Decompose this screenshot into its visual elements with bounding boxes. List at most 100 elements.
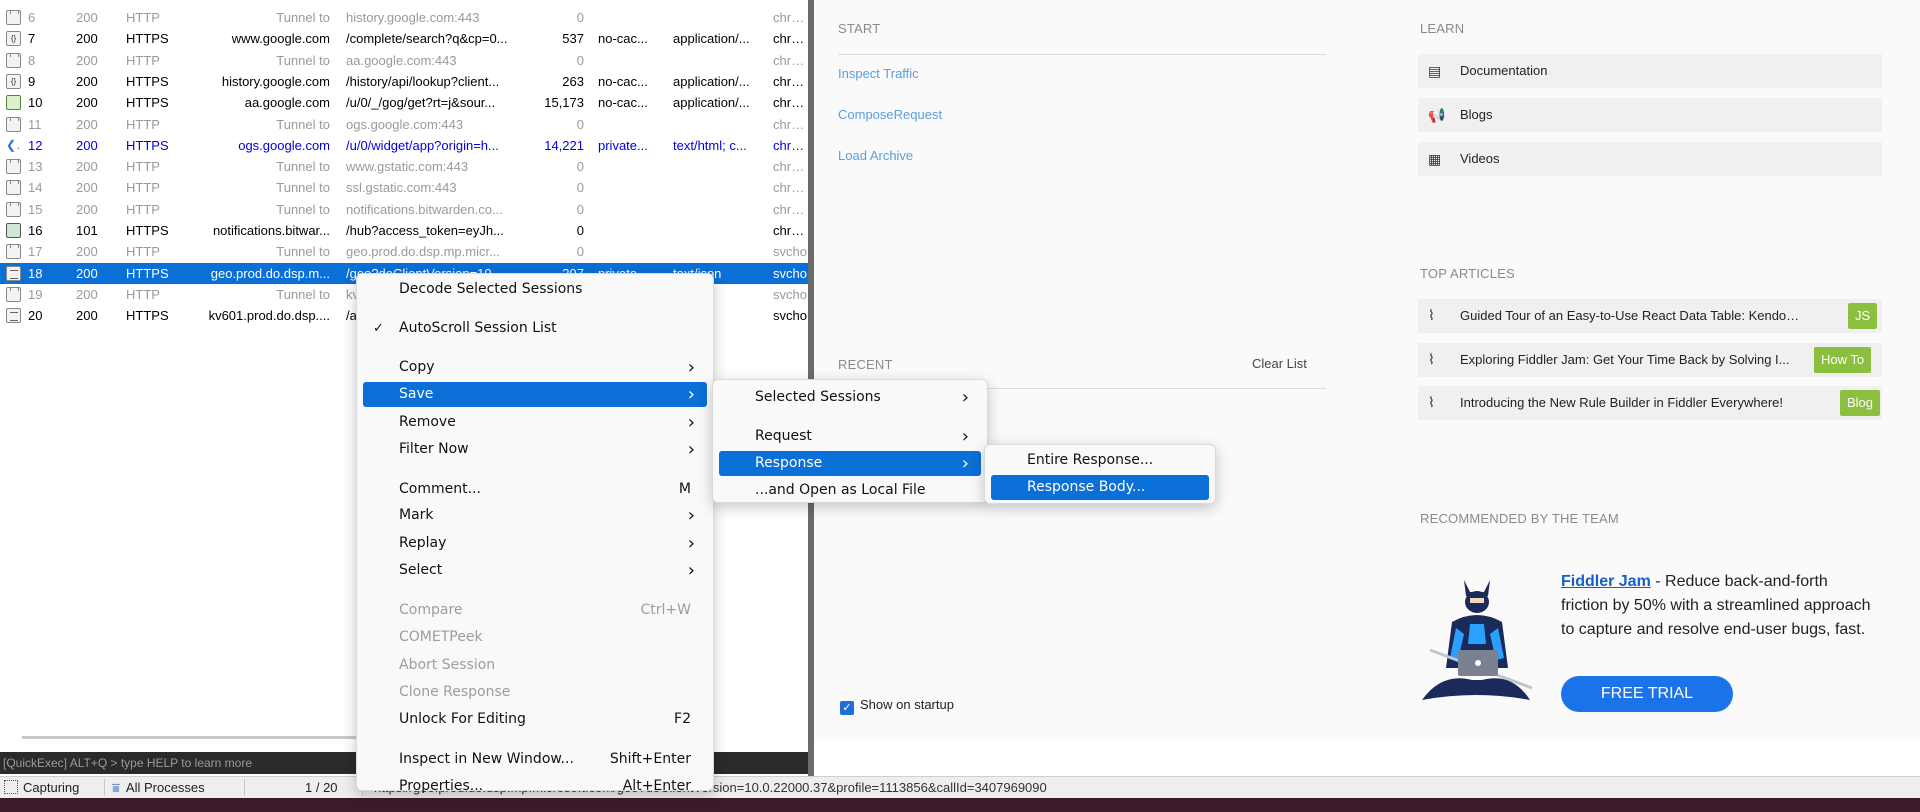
context-menu-item[interactable]: Inspect in New Window... Shift+Enter xyxy=(363,747,707,772)
caching: no-cac... xyxy=(598,31,648,47)
save-menu-item[interactable]: ...and Open as Local File xyxy=(719,478,981,503)
protocol: HTTPS xyxy=(126,265,169,281)
context-menu-item[interactable]: Decode Selected Sessions xyxy=(363,277,707,302)
context-menu-item-label: Replay xyxy=(399,535,447,551)
document-icon xyxy=(6,305,24,326)
save-menu-item[interactable]: Response › xyxy=(719,451,981,476)
session-row[interactable]: 13 200 HTTP Tunnel to www.gstatic.com:443 0 ch… xyxy=(0,156,808,177)
context-menu-item-label: Mark xyxy=(399,507,434,523)
context-menu-item[interactable]: Remove › xyxy=(363,410,707,435)
session-row[interactable]: 15 200 HTTP Tunnel to notifications.bitwarde… xyxy=(0,199,808,220)
inspect-traffic-link[interactable]: Inspect Traffic xyxy=(838,66,919,81)
lock-icon xyxy=(6,50,24,71)
protocol: HTTP xyxy=(126,159,160,175)
response-menu-item[interactable]: Response Body... xyxy=(991,475,1209,500)
load-archive-link[interactable]: Load Archive xyxy=(838,148,913,163)
free-trial-button[interactable]: FREE TRIAL xyxy=(1561,676,1733,712)
welcome-card: START Inspect Traffic ComposeRequest Loa… xyxy=(814,0,1920,740)
result-code: 200 xyxy=(76,116,98,132)
lock-icon xyxy=(6,7,24,28)
save-menu-item[interactable]: Selected Sessions › xyxy=(719,385,981,410)
learn-item-label: Documentation xyxy=(1460,63,1548,78)
process: chrom xyxy=(773,180,807,196)
session-row[interactable]: {} 9 200 HTTPS history.google.com/history/ap… xyxy=(0,71,808,92)
learn-item-videos[interactable]: ▦ Videos xyxy=(1418,142,1882,176)
ninja-mascot-illustration xyxy=(1422,580,1533,700)
divider xyxy=(838,54,1326,55)
shortcut-label: Ctrl+W xyxy=(640,602,691,618)
session-number: 7 xyxy=(28,31,36,47)
session-row[interactable]: 6 200 HTTP Tunnel to history.google.com:443 0… xyxy=(0,7,808,28)
host: Tunnel to xyxy=(276,201,330,217)
top-articles-title: TOP ARTICLES xyxy=(1420,266,1515,281)
context-menu-item[interactable]: Save › xyxy=(363,382,707,407)
session-number: 8 xyxy=(28,52,36,68)
process-filter[interactable]: ⩸ All Processes xyxy=(112,777,205,798)
separator xyxy=(244,779,245,796)
context-menu-item[interactable]: ✓ AutoScroll Session List xyxy=(363,316,707,341)
protocol: HTTPS xyxy=(126,308,169,324)
protocol: HTTP xyxy=(126,201,160,217)
fiddler-jam-link[interactable]: Fiddler Jam xyxy=(1561,573,1651,590)
context-menu-item[interactable]: Select › xyxy=(363,558,707,583)
context-menu-item[interactable]: Properties... Alt+Enter xyxy=(363,774,707,799)
chevron-right-icon: › xyxy=(687,439,695,460)
chevron-right-icon: › xyxy=(687,505,695,526)
article-item[interactable]: ⌇ Introducing the New Rule Builder in Fi… xyxy=(1418,386,1882,420)
show-on-startup-checkbox[interactable]: ✓ Show on startup xyxy=(840,697,954,715)
response-menu-item[interactable]: Entire Response... xyxy=(991,448,1209,473)
session-row[interactable]: 11 200 HTTP Tunnel to ogs.google.com:443 0 chr… xyxy=(0,114,808,135)
article-item[interactable]: ⌇ Exploring Fiddler Jam: Get Your Time B… xyxy=(1418,343,1882,377)
session-row[interactable]: 16 101 HTTPS notifications.bitwar... /hub?ac… xyxy=(0,220,808,241)
lock-icon xyxy=(6,159,21,175)
session-row[interactable]: {} 7 200 HTTPS www.google.com/complete/searc… xyxy=(0,28,808,49)
result-code: 200 xyxy=(76,308,98,324)
result-code: 200 xyxy=(76,180,98,196)
host: notifications.bitwar... xyxy=(212,223,330,238)
session-row[interactable]: 8 200 HTTP Tunnel to aa.google.com:443 0 chrom xyxy=(0,50,808,71)
article-tag: JS xyxy=(1848,303,1878,329)
recommended-title: RECOMMENDED BY THE TEAM xyxy=(1420,511,1619,526)
session-row[interactable]: 10 200 HTTPS aa.google.com/u/0/_/gog/get?rt… xyxy=(0,92,808,113)
process: chrom xyxy=(773,31,807,47)
save-menu-item[interactable]: Request › xyxy=(719,424,981,449)
context-menu-item[interactable]: Comment... M xyxy=(363,477,707,502)
article-item[interactable]: ⌇ Guided Tour of an Easy-to-Use React Da… xyxy=(1418,299,1882,333)
session-row[interactable]: ❮❯ 12 200 HTTPS ogs.google.com/u/0/widget/ap… xyxy=(0,135,808,156)
context-menu-item[interactable]: Unlock For Editing F2 xyxy=(363,707,707,732)
protocol: HTTPS xyxy=(126,95,169,111)
chevron-right-icon: › xyxy=(687,357,695,378)
url: history.google.com:443 xyxy=(346,10,480,25)
session-row[interactable]: 14 200 HTTP Tunnel to ssl.gstatic.com:443 0 ch… xyxy=(0,177,808,198)
body-size: 0 xyxy=(576,10,584,25)
protocol: HTTP xyxy=(126,180,160,196)
host: Tunnel to xyxy=(276,244,330,260)
context-menu-item-label: Copy xyxy=(399,359,435,375)
context-menu-item: Clone Response xyxy=(363,680,707,705)
context-menu-item-label: COMETPeek xyxy=(399,629,483,645)
protocol: HTTP xyxy=(126,244,160,260)
clear-list-button[interactable]: Clear List xyxy=(1252,356,1307,371)
context-menu-item[interactable]: Copy › xyxy=(363,355,707,380)
process: chrom xyxy=(773,223,807,238)
context-menu-item[interactable]: Mark › xyxy=(363,503,707,528)
context-menu-item-label: Decode Selected Sessions xyxy=(399,281,583,297)
learn-item-blogs[interactable]: 📢 Blogs xyxy=(1418,98,1882,132)
capturing-indicator[interactable]: Capturing xyxy=(4,777,79,798)
url: ogs.google.com:443 xyxy=(346,116,464,132)
session-row[interactable]: 17 200 HTTP Tunnel to geo.prod.do.dsp.mp.mic… xyxy=(0,241,808,262)
process-filter-label: All Processes xyxy=(125,780,205,795)
learn-item-documentation[interactable]: ▤ Documentation xyxy=(1418,54,1882,88)
context-menu-item[interactable]: Filter Now › xyxy=(363,437,707,462)
lock-icon xyxy=(6,244,21,260)
learn-item-label: Videos xyxy=(1460,151,1500,166)
result-code: 200 xyxy=(76,95,98,111)
session-number: 13 xyxy=(28,159,43,175)
content-type: text/html; c... xyxy=(673,137,747,153)
js-icon: {} xyxy=(6,73,21,89)
context-menu-item-label: Inspect in New Window... xyxy=(399,751,574,767)
result-code: 200 xyxy=(76,244,98,260)
context-menu-item[interactable]: Replay › xyxy=(363,531,707,556)
compose-request-link[interactable]: ComposeRequest xyxy=(838,107,942,122)
result-code: 200 xyxy=(76,31,98,47)
